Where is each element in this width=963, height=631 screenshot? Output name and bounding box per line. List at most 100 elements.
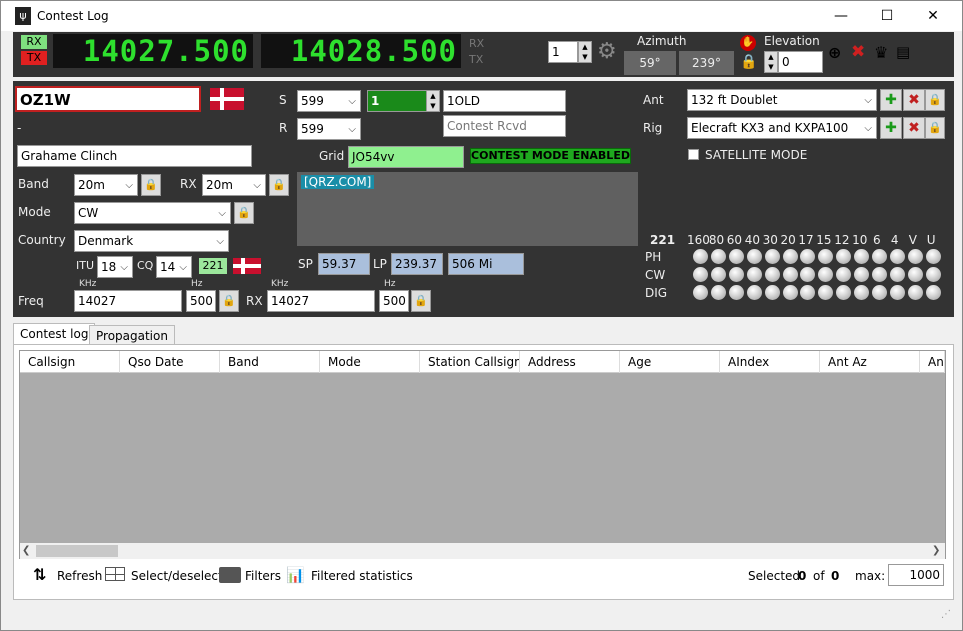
freq-lock-icon[interactable]: 🔒 bbox=[219, 290, 239, 312]
crown-icon[interactable]: ♛ bbox=[874, 43, 888, 62]
antenna-select[interactable]: 132 ft Doublet ⌵ bbox=[687, 89, 877, 111]
azimuth-lp-value: 239° bbox=[679, 51, 734, 75]
mode-lock-icon[interactable]: 🔒 bbox=[234, 202, 254, 224]
scroll-right-icon[interactable]: ❯ bbox=[932, 545, 940, 556]
tab-propagation[interactable]: Propagation bbox=[89, 325, 175, 345]
statistics-icon[interactable]: 📊 bbox=[286, 566, 305, 584]
rx-freq-label: RX bbox=[246, 294, 263, 308]
horizontal-scrollbar[interactable]: ❮ ❯ bbox=[20, 543, 945, 559]
stop-rotator-icon[interactable]: ✋ bbox=[740, 35, 756, 51]
band-mode-indicator bbox=[925, 285, 941, 300]
band-mode-indicator bbox=[693, 249, 708, 264]
hz-input[interactable]: 500 bbox=[186, 290, 216, 312]
rx-freq-input[interactable]: 14027 bbox=[267, 290, 375, 312]
filter-icon[interactable] bbox=[219, 567, 241, 583]
cq-select[interactable]: 14 ⌵ bbox=[156, 256, 192, 278]
column-header[interactable]: Station Callsign bbox=[420, 351, 520, 373]
contest-mode-badge: CONTEST MODE ENABLED bbox=[470, 148, 631, 164]
country-select[interactable]: Denmark ⌵ bbox=[74, 230, 229, 252]
chevron-down-icon: ⌵ bbox=[179, 262, 187, 273]
freq-label: Freq bbox=[18, 294, 44, 308]
contest-log-window: ψ Contest Log — ☐ ✕ RX TX 14027.500 1402… bbox=[0, 0, 963, 631]
serial-spinner[interactable]: ▲ ▼ bbox=[426, 90, 440, 112]
column-header[interactable]: AIndex bbox=[720, 351, 820, 373]
close-button[interactable]: ✕ bbox=[910, 1, 956, 31]
column-header[interactable]: Ant bbox=[920, 351, 945, 373]
of-label: of bbox=[813, 569, 825, 583]
qrz-link[interactable]: [QRZ.COM] bbox=[301, 175, 375, 189]
refresh-icon[interactable]: ⇅ bbox=[33, 565, 46, 584]
add-rig-icon[interactable]: ✚ bbox=[880, 117, 902, 139]
remove-antenna-icon[interactable]: ✖ bbox=[903, 89, 925, 111]
minimize-button[interactable]: — bbox=[818, 1, 864, 31]
antenna-lock-icon[interactable]: 🔒 bbox=[925, 89, 945, 111]
exchange-rcvd-input[interactable]: Contest Rcvd bbox=[443, 115, 566, 137]
rig-select[interactable]: Elecraft KX3 and KXPA100 ⌵ bbox=[687, 117, 877, 139]
chevron-down-icon: ⌵ bbox=[864, 123, 872, 134]
mode-select[interactable]: CW ⌵ bbox=[74, 202, 231, 224]
column-header[interactable]: Band bbox=[220, 351, 320, 373]
mode-row-label-cw: CW bbox=[645, 268, 666, 282]
elevation-spinner[interactable]: ▲ ▼ bbox=[764, 51, 778, 73]
band-mode-indicator bbox=[693, 285, 708, 300]
total-count: 0 bbox=[831, 569, 840, 583]
callsign-input[interactable]: OZ1W bbox=[15, 86, 201, 112]
column-header[interactable]: Address bbox=[520, 351, 620, 373]
itu-select[interactable]: 18 ⌵ bbox=[97, 256, 133, 278]
column-header[interactable]: Ant Az bbox=[820, 351, 920, 373]
resize-grip-icon[interactable]: ⋰ bbox=[941, 609, 951, 620]
add-qso-icon[interactable]: ⊕ bbox=[828, 43, 841, 62]
grid-input[interactable]: JO54vv bbox=[348, 146, 464, 168]
column-header[interactable]: Callsign bbox=[20, 351, 120, 373]
chevron-down-icon: ⌵ bbox=[864, 95, 872, 106]
satellite-mode-checkbox[interactable] bbox=[688, 149, 699, 160]
band-mode-indicator bbox=[782, 267, 798, 282]
vfo-a-display[interactable]: 14027.500 bbox=[53, 34, 253, 68]
max-input[interactable]: 1000 bbox=[888, 564, 944, 586]
serial-input[interactable]: 1 bbox=[367, 90, 427, 112]
chevron-down-icon: ⌵ bbox=[348, 124, 356, 135]
rx-freq-lock-icon[interactable]: 🔒 bbox=[411, 290, 431, 312]
rotator-lock-icon[interactable]: 🔒 bbox=[740, 54, 757, 70]
exchange-sent-input[interactable]: 1OLD bbox=[443, 90, 566, 112]
rx-band-lock-icon[interactable]: 🔒 bbox=[269, 174, 289, 196]
counter-spinner[interactable]: ▲ ▼ bbox=[578, 41, 592, 63]
band-header-15: 15 bbox=[816, 233, 832, 247]
rx-indicator: RX bbox=[21, 35, 47, 49]
delete-qso-icon[interactable]: ✖ bbox=[851, 42, 865, 62]
scroll-thumb[interactable] bbox=[36, 545, 118, 557]
band-select[interactable]: 20m ⌵ bbox=[74, 174, 138, 196]
print-icon[interactable]: ▤ bbox=[896, 43, 910, 61]
refresh-button[interactable]: Refresh bbox=[57, 569, 102, 583]
contest-log-grid[interactable]: Callsign Qso Date Band Mode Station Callsign… bbox=[19, 350, 946, 559]
column-header[interactable]: Mode bbox=[320, 351, 420, 373]
band-mode-indicator bbox=[907, 267, 923, 282]
settings-gear-icon[interactable]: ⚙ bbox=[597, 39, 617, 64]
rst-rcvd-select[interactable]: 599 ⌵ bbox=[297, 118, 361, 140]
name-input[interactable]: Grahame Clinch bbox=[17, 145, 252, 167]
freq-input[interactable]: 14027 bbox=[74, 290, 182, 312]
rig-lock-icon[interactable]: 🔒 bbox=[925, 117, 945, 139]
filters-button[interactable]: Filters bbox=[245, 569, 281, 583]
remove-rig-icon[interactable]: ✖ bbox=[903, 117, 925, 139]
band-lock-icon[interactable]: 🔒 bbox=[141, 174, 161, 196]
add-antenna-icon[interactable]: ✚ bbox=[880, 89, 902, 111]
filtered-statistics-button[interactable]: Filtered statistics bbox=[311, 569, 413, 583]
rst-sent-select[interactable]: 599 ⌵ bbox=[297, 90, 361, 112]
band-mode-indicator bbox=[889, 249, 905, 264]
elevation-input[interactable]: 0 bbox=[778, 51, 823, 73]
antenna-label: Ant bbox=[643, 93, 664, 107]
maximize-button[interactable]: ☐ bbox=[864, 1, 910, 31]
scroll-left-icon[interactable]: ❮ bbox=[22, 545, 30, 556]
counter-input[interactable]: 1 bbox=[548, 41, 578, 63]
select-grid-icon[interactable] bbox=[105, 567, 125, 581]
select-deselect-button[interactable]: Select/deselect bbox=[131, 569, 223, 583]
tab-contest-log[interactable]: Contest log bbox=[13, 323, 96, 345]
rx-band-select[interactable]: 20m ⌵ bbox=[202, 174, 266, 196]
band-header-20: 20 bbox=[780, 233, 796, 247]
vfo-b-display[interactable]: 14028.500 bbox=[261, 34, 461, 68]
rx-hz-input[interactable]: 500 bbox=[379, 290, 409, 312]
column-header[interactable]: Age bbox=[620, 351, 720, 373]
mode-label: Mode bbox=[18, 205, 51, 219]
column-header[interactable]: Qso Date bbox=[120, 351, 220, 373]
